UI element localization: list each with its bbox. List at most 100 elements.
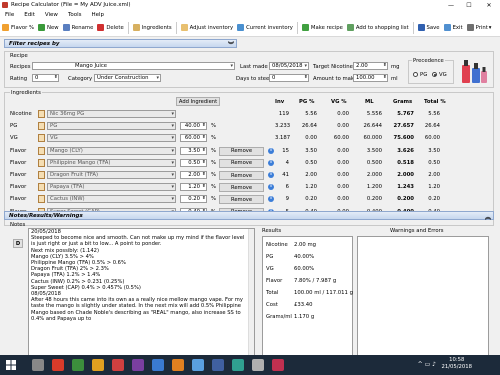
ingredient-select[interactable]: Nic 36mg PG — [47, 110, 176, 118]
filter-panel-header[interactable]: Filter recipes by ︾ — [4, 39, 237, 49]
menu-tools[interactable]: Tools — [63, 12, 87, 18]
pct-symbol: % — [211, 184, 217, 191]
app-icon-3[interactable] — [112, 359, 124, 371]
result-value: £33.40 — [294, 302, 313, 308]
remove-ingredient-button[interactable]: Remove — [219, 195, 264, 205]
remove-ingredient-button[interactable]: Remove — [219, 171, 264, 180]
ingredient-total-pct: 0.20 — [428, 196, 440, 203]
ingredient-ml: 0.500 — [366, 159, 382, 166]
app-icon-5[interactable] — [152, 359, 164, 371]
floppy-icon — [417, 24, 425, 31]
new-button[interactable]: New — [36, 21, 61, 35]
menu-edit[interactable]: Edit — [19, 12, 40, 18]
rating-stepper[interactable]: 0 — [32, 74, 59, 82]
notes-panel-header[interactable]: Notes/Results/Warnings ︽ — [4, 211, 494, 221]
ingredient-pg-pct: 0.50 — [305, 159, 317, 166]
recipe-calculator-taskbar-icon[interactable] — [272, 359, 284, 371]
ingredient-pct-input[interactable]: 0.20 — [180, 195, 207, 204]
pct-symbol: % — [211, 135, 217, 142]
ingredient-type-label: Flavor — [10, 196, 27, 203]
last-made-date[interactable]: 08/05/2018 — [269, 62, 309, 70]
ingredient-pct-input[interactable]: 2.00 — [180, 171, 207, 179]
ingredient-select[interactable]: Dragon Fruit (TFA) — [47, 171, 176, 179]
ingredient-inv: 4 — [285, 159, 289, 166]
menu-view[interactable]: View — [40, 12, 63, 18]
current-inventory-button[interactable]: Current inventory — [235, 21, 295, 35]
ingredient-pct-input[interactable]: 60.00 — [180, 134, 207, 143]
ingredient-row: Flavor Philippine Mango (TFA) 0.50%Removei… — [10, 158, 480, 169]
notes-textarea[interactable]: 20/05/2018 Steeped to become nice and sm… — [28, 228, 255, 356]
ingredient-pct-input[interactable]: 0.50 — [180, 158, 207, 167]
close-button[interactable]: ✕ — [482, 0, 496, 10]
ingredient-select[interactable]: Cactus (INW) — [47, 195, 176, 204]
print-button[interactable]: Print ▾ — [465, 21, 494, 35]
app-icon-9[interactable] — [232, 359, 244, 371]
category-select[interactable]: Under Construction — [94, 74, 161, 82]
precedence-vg-radio[interactable] — [432, 72, 437, 77]
ingredient-type-label: Nicotine — [10, 111, 32, 117]
remove-ingredient-button[interactable]: Remove — [219, 158, 264, 168]
app-icon-1[interactable] — [52, 359, 64, 371]
recipes-select[interactable]: Mango Juice — [32, 62, 235, 70]
task-view-icon[interactable] — [32, 359, 44, 371]
info-icon[interactable]: i — [268, 172, 274, 178]
menu-help[interactable]: Help — [87, 12, 110, 18]
exit-button[interactable]: Exit — [442, 21, 465, 35]
add-ingredient-button[interactable]: Add Ingredient — [176, 97, 220, 106]
precedence-pg-radio[interactable] — [413, 72, 418, 77]
rename-icon — [62, 24, 70, 31]
ingredient-select[interactable]: PG — [47, 122, 176, 131]
ingredient-select[interactable]: Philippine Mango (TFA) — [47, 158, 176, 167]
menu-file[interactable]: File — [0, 12, 19, 18]
info-icon[interactable]: i — [268, 184, 274, 191]
make-recipe-button[interactable]: Make recipe — [300, 21, 345, 35]
amount-input[interactable]: 100.00 — [353, 74, 388, 82]
windows-start-icon[interactable] — [6, 360, 16, 370]
days-to-steep-stepper[interactable]: 0 — [269, 74, 309, 82]
ingredient-select[interactable]: Mango (CLY) — [47, 146, 176, 155]
save-button[interactable]: Save — [416, 21, 442, 35]
ingredient-inv: 9 — [285, 196, 289, 203]
app-icon-8[interactable] — [212, 359, 224, 371]
clock[interactable]: 10:58 21/05/2018 — [441, 357, 472, 371]
ingredient-ml: 0.200 — [366, 196, 382, 203]
ingredient-pg-pct: 26.64 — [301, 123, 317, 130]
file-explorer-icon[interactable] — [92, 359, 104, 371]
system-tray[interactable]: ^ ▭ ♪ — [418, 361, 436, 368]
ingredient-pct-input[interactable]: 40.00 — [180, 122, 207, 131]
app-icon-10[interactable] — [252, 359, 264, 371]
app-icon — [2, 2, 8, 8]
app-icon-7[interactable] — [192, 359, 204, 371]
remove-ingredient-button[interactable]: Remove — [219, 183, 264, 193]
info-icon[interactable]: i — [268, 147, 274, 154]
collapse-chevron-icon[interactable]: ︾ — [228, 40, 234, 49]
add-to-shopping-list-button[interactable]: Add to shopping list — [345, 21, 411, 35]
ingredient-pct-input[interactable]: 3.50 — [180, 146, 207, 155]
minimize-button[interactable]: — — [444, 0, 458, 10]
ingredient-grams: 0.200 — [397, 196, 414, 203]
ingredient-pct-input[interactable]: 1.20 — [180, 183, 207, 192]
result-key: Grams/ml — [266, 314, 292, 320]
notes-scrollbar[interactable] — [248, 229, 254, 355]
notes-date-button[interactable]: D — [13, 239, 23, 248]
app-icon-2[interactable] — [72, 359, 84, 371]
clock-date: 21/05/2018 — [441, 364, 472, 370]
ingredients-button[interactable]: Ingredients — [131, 21, 174, 35]
remove-ingredient-button[interactable]: Remove — [219, 146, 264, 156]
app-icon-4[interactable] — [132, 359, 144, 371]
ingredient-select[interactable]: Papaya (TFA) — [47, 183, 176, 192]
delete-button[interactable]: Delete — [95, 21, 125, 35]
rename-button[interactable]: Rename — [61, 21, 96, 35]
pct-symbol: % — [211, 172, 217, 178]
info-icon[interactable]: i — [268, 159, 274, 166]
app-icon-6[interactable] — [172, 359, 184, 371]
days-to-steep-label: Days to steep — [236, 76, 273, 82]
info-icon[interactable]: i — [268, 196, 274, 203]
maximize-button[interactable]: ☐ — [462, 0, 476, 10]
adjust-inventory-button[interactable]: Adjust inventory — [179, 21, 235, 35]
collapse-chevron-icon[interactable]: ︽ — [485, 212, 491, 221]
result-key: PG — [266, 254, 274, 260]
target-nicotine-input[interactable]: 2.00 — [353, 62, 388, 70]
flavor-pct-button[interactable]: Flavor % — [0, 21, 36, 35]
ingredient-select[interactable]: VG — [47, 134, 176, 143]
